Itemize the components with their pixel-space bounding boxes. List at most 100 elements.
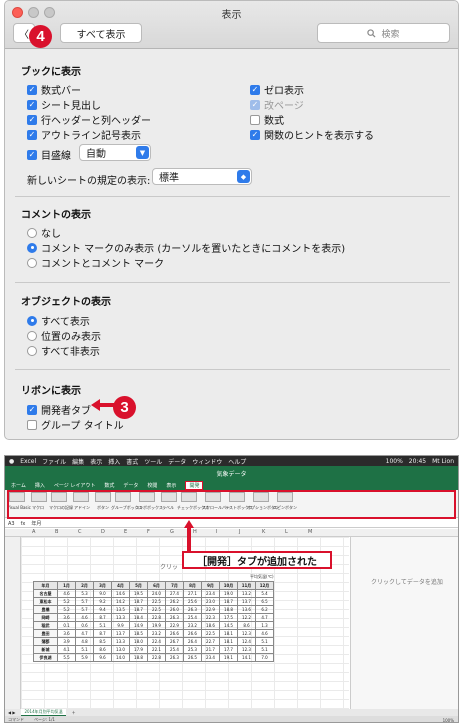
objects-placeholders-radio[interactable]: 位置のみ表示 (27, 328, 101, 343)
menu-edit[interactable]: 編集 (72, 457, 84, 466)
table-cell[interactable]: 17.9 (129, 645, 148, 654)
col-g[interactable]: G (170, 529, 174, 535)
table-cell[interactable]: 11月 (237, 581, 256, 590)
table-cell[interactable]: 4.6 (75, 613, 94, 622)
table-cell[interactable]: 9.2 (93, 597, 112, 606)
col-b[interactable]: B (55, 529, 58, 535)
menu-excel[interactable]: Excel (20, 458, 36, 465)
col-d[interactable]: D (101, 529, 105, 535)
table-cell[interactable]: 27.1 (183, 589, 202, 598)
table-cell[interactable]: 4.8 (75, 637, 94, 646)
col-m[interactable]: M (308, 529, 312, 535)
formula-bar-checkbox[interactable]: ✓ 数式バー (27, 82, 81, 97)
menu-insert[interactable]: 挿入 (108, 457, 120, 466)
table-cell[interactable]: 25.3 (183, 645, 202, 654)
table-cell[interactable]: 4.7 (255, 613, 274, 622)
formulas-checkbox[interactable]: 数式 (250, 112, 284, 127)
table-cell[interactable]: 8.7 (93, 629, 112, 638)
table-cell[interactable]: 14.9 (129, 621, 148, 630)
table-cell[interactable]: 9.9 (111, 621, 130, 630)
table-cell[interactable]: 3.9 (57, 637, 76, 646)
developer-tab-checkbox[interactable]: ✓ 開発者タブ (27, 402, 91, 417)
table-cell[interactable]: 19.0 (219, 589, 238, 598)
table-cell[interactable]: 14.0 (111, 653, 130, 662)
table-cell[interactable]: 22.3 (201, 613, 220, 622)
table-cell[interactable]: 5.9 (75, 653, 94, 662)
tab-data[interactable]: データ (123, 482, 138, 489)
outline-symbols-checkbox[interactable]: ✓ アウトライン記号表示 (27, 127, 141, 142)
table-cell[interactable]: 26.2 (165, 597, 184, 606)
table-cell[interactable]: 5.1 (75, 645, 94, 654)
table-cell[interactable]: 17.7 (219, 645, 238, 654)
table-cell[interactable]: 18.1 (219, 629, 238, 638)
table-cell[interactable]: 26.0 (165, 605, 184, 614)
table-cell[interactable]: 26.5 (183, 653, 202, 662)
table-cell[interactable]: 5.1 (255, 645, 274, 654)
table-cell[interactable]: 8.7 (93, 613, 112, 622)
table-cell[interactable]: 26.6 (165, 629, 184, 638)
table-cell[interactable]: 26.4 (183, 637, 202, 646)
sheet-tabs-checkbox[interactable]: ✓ シート見出し (27, 97, 101, 112)
menu-file[interactable]: ファイル (42, 457, 66, 466)
table-cell[interactable]: 8.6 (93, 645, 112, 654)
name-box[interactable]: A3 (8, 521, 15, 527)
table-cell[interactable]: 5.7 (75, 597, 94, 606)
table-cell[interactable]: 13.7 (237, 597, 256, 606)
table-cell[interactable]: 4.1 (57, 645, 76, 654)
table-cell[interactable]: 23.2 (183, 621, 202, 630)
table-cell[interactable]: 18.0 (129, 637, 148, 646)
tab-view[interactable]: 表示 (166, 482, 176, 489)
table-cell[interactable]: 22.4 (147, 637, 166, 646)
table-cell[interactable]: 10月 (219, 581, 238, 590)
table-cell[interactable]: 12月 (255, 581, 274, 590)
tab-home[interactable]: ホーム (11, 482, 26, 489)
comments-both-radio[interactable]: コメントとコメント マーク (27, 255, 164, 270)
col-c[interactable]: C (78, 529, 82, 535)
table-cell[interactable]: 23.4 (201, 653, 220, 662)
table-cell[interactable]: 13.3 (111, 637, 130, 646)
table-cell[interactable]: 23.4 (201, 589, 220, 598)
objects-all-radio[interactable]: すべて表示 (27, 313, 90, 328)
table-cell[interactable]: 18.7 (129, 605, 148, 614)
table-cell[interactable]: 13.3 (111, 613, 130, 622)
table-cell[interactable]: 14.6 (111, 589, 130, 598)
tab-formulas[interactable]: 数式 (104, 482, 114, 489)
table-cell[interactable]: 7.0 (255, 653, 274, 662)
table-cell[interactable]: 12.2 (237, 613, 256, 622)
table-cell[interactable]: 1.3 (255, 621, 274, 630)
col-e[interactable]: E (124, 529, 127, 535)
table-cell[interactable]: 17.5 (219, 613, 238, 622)
table-cell[interactable]: 12.3 (237, 645, 256, 654)
table-cell[interactable]: 22.7 (201, 637, 220, 646)
table-cell[interactable]: 5.1 (93, 621, 112, 630)
table-cell[interactable]: 8月 (183, 581, 202, 590)
col-k[interactable]: K (262, 529, 265, 535)
table-cell[interactable]: 22.9 (165, 621, 184, 630)
table-cell[interactable]: 12.4 (237, 637, 256, 646)
table-cell[interactable]: 13.0 (111, 645, 130, 654)
table-cell[interactable]: 22.1 (147, 645, 166, 654)
col-f[interactable]: F (147, 529, 150, 535)
col-l[interactable]: L (285, 529, 288, 535)
table-cell[interactable]: 18.1 (219, 637, 238, 646)
table-cell[interactable]: 伊良湖 (33, 653, 58, 662)
col-a[interactable]: A (32, 529, 35, 535)
table-cell[interactable]: 18.8 (219, 605, 238, 614)
add-data-hint[interactable]: クリックしてデータを追加 (371, 577, 443, 586)
menu-window[interactable]: ウィンドウ (192, 457, 222, 466)
function-tooltips-checkbox[interactable]: ✓ 関数のヒントを表示する (250, 127, 374, 142)
table-cell[interactable]: 12.3 (237, 629, 256, 638)
user-name[interactable]: Mt Lion (432, 458, 458, 465)
table-cell[interactable]: 26.3 (165, 653, 184, 662)
table-cell[interactable]: 24.0 (147, 589, 166, 598)
col-j[interactable]: J (239, 529, 240, 535)
table-cell[interactable]: 22.5 (147, 605, 166, 614)
table-cell[interactable]: 4月 (111, 581, 130, 590)
table-cell[interactable]: 5.1 (255, 637, 274, 646)
objects-none-radio[interactable]: すべて非表示 (27, 343, 100, 358)
comments-indicator-radio[interactable]: コメント マークのみ表示 (カーソルを置いたときにコメントを表示) (27, 240, 345, 255)
table-cell[interactable]: 14.2 (111, 597, 130, 606)
table-cell[interactable]: 14.5 (219, 621, 238, 630)
table-cell[interactable]: 18.5 (129, 629, 148, 638)
table-cell[interactable]: 8.6 (237, 621, 256, 630)
